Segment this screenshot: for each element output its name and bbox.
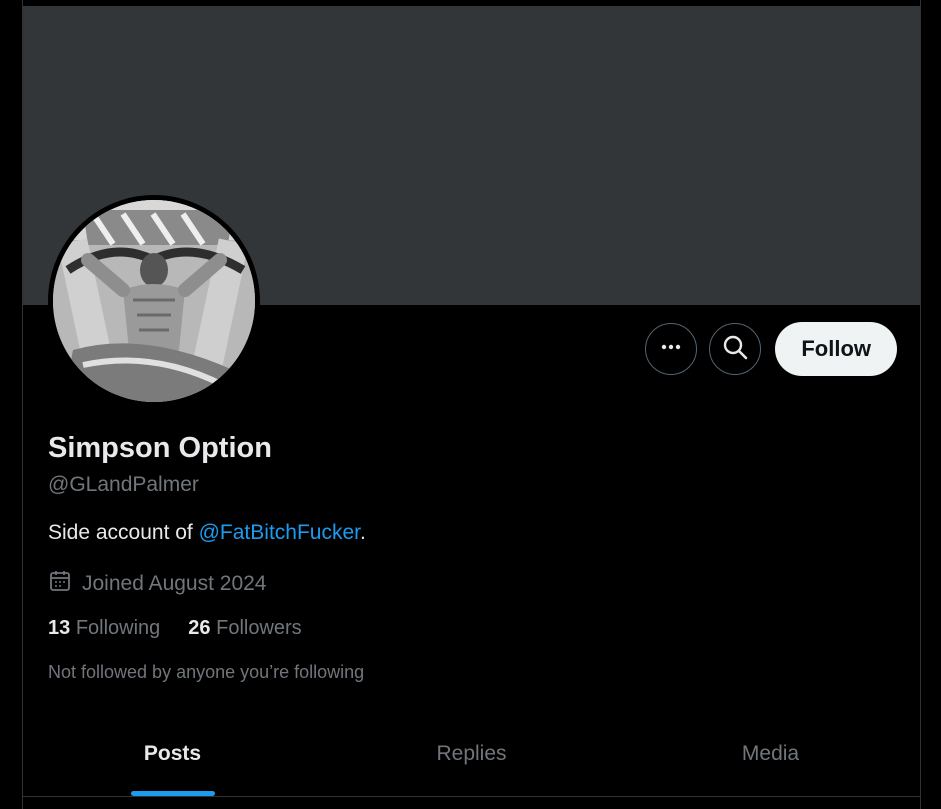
- tab-media[interactable]: Media: [621, 728, 920, 796]
- more-button[interactable]: [645, 323, 698, 375]
- display-name: Simpson Option: [48, 432, 272, 464]
- bio-prefix: Side account of: [48, 521, 199, 544]
- joined-text: Joined August 2024: [82, 572, 267, 595]
- followers-label: Followers: [216, 617, 302, 639]
- bio-mention-link[interactable]: @FatBitchFucker: [199, 521, 360, 544]
- bio: Side account of @FatBitchFucker.: [48, 521, 366, 545]
- search-button[interactable]: [709, 323, 762, 375]
- following-count: 13: [48, 617, 71, 639]
- bio-suffix: .: [359, 521, 366, 544]
- active-tab-indicator: [130, 791, 215, 796]
- followers-count: 26: [188, 617, 211, 639]
- search-icon: [722, 334, 748, 365]
- follow-counts: 13 Following 26 Followers: [48, 617, 302, 640]
- tab-label: Posts: [143, 742, 202, 765]
- tab-posts[interactable]: Posts: [23, 728, 322, 796]
- followers-link[interactable]: 26 Followers: [188, 617, 301, 640]
- avatar[interactable]: [53, 200, 255, 402]
- tab-replies[interactable]: Replies: [322, 728, 621, 796]
- follow-button[interactable]: Follow: [775, 322, 897, 376]
- following-label: Following: [75, 617, 161, 639]
- avatar-ring: [48, 195, 260, 407]
- joined-date: Joined August 2024: [48, 569, 267, 599]
- not-followed-note: Not followed by anyone you’re following: [48, 662, 365, 682]
- following-link[interactable]: 13 Following: [48, 617, 160, 640]
- profile-tabs: Posts Replies Media: [23, 728, 920, 797]
- profile-column: Follow Simpson Option @GLandPalmer Side …: [22, 0, 921, 809]
- more-icon: [659, 335, 683, 364]
- user-handle: @GLandPalmer: [48, 473, 199, 496]
- profile-actions: Follow: [645, 322, 897, 376]
- tab-label: Media: [741, 742, 800, 765]
- calendar-icon: [48, 569, 72, 599]
- tab-label: Replies: [436, 742, 507, 765]
